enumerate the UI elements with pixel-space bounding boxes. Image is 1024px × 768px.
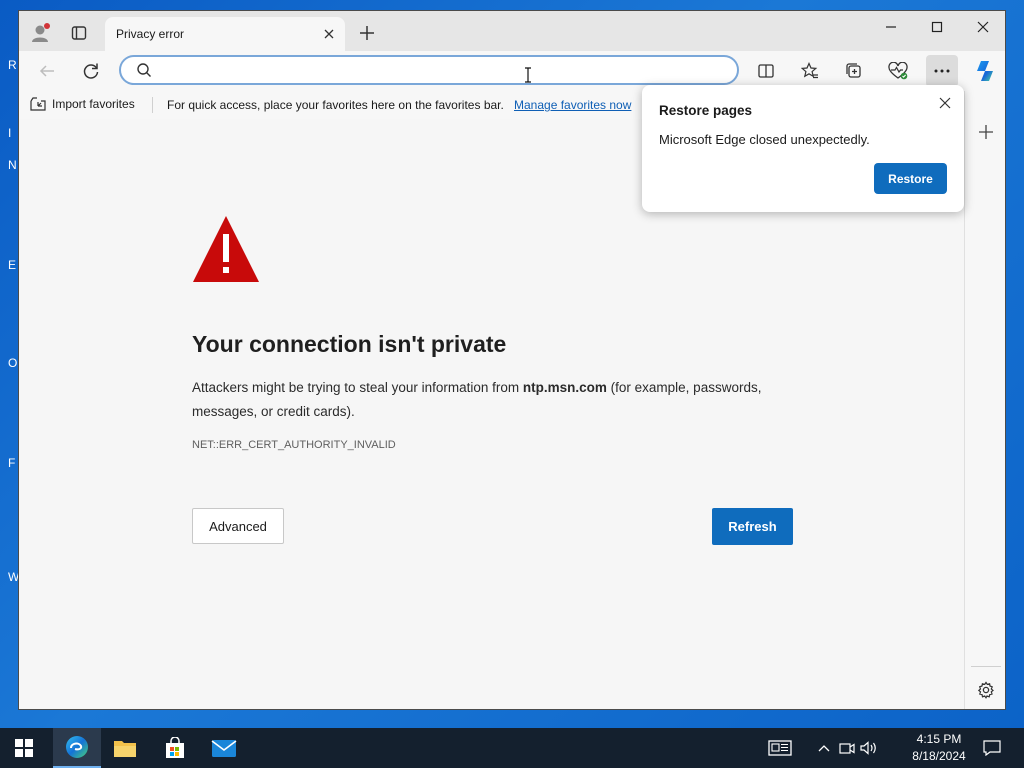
favorites-star-icon bbox=[801, 62, 818, 79]
gear-icon bbox=[977, 681, 994, 699]
popup-title: Restore pages bbox=[659, 103, 753, 118]
edge-sidebar bbox=[964, 91, 1005, 709]
heart-pulse-icon bbox=[888, 62, 908, 80]
profile-button[interactable] bbox=[27, 19, 55, 47]
title-bar: Privacy error bbox=[19, 11, 1005, 51]
sidebar-add-button[interactable] bbox=[975, 121, 997, 143]
back-button[interactable] bbox=[31, 55, 63, 87]
taskbar-store[interactable] bbox=[151, 728, 199, 768]
plus-icon bbox=[360, 26, 374, 40]
close-icon bbox=[977, 21, 989, 33]
settings-and-more-button[interactable] bbox=[926, 55, 958, 87]
favorites-hint: For quick access, place your favorites h… bbox=[167, 98, 504, 112]
notification-icon bbox=[983, 740, 1001, 756]
address-input[interactable] bbox=[161, 61, 721, 81]
speaker-icon bbox=[860, 741, 876, 755]
maximize-icon bbox=[931, 21, 943, 33]
store-bag-icon bbox=[166, 737, 184, 758]
sidebar-divider bbox=[971, 666, 1001, 667]
close-icon bbox=[939, 97, 951, 109]
sidebar-settings-button[interactable] bbox=[975, 679, 997, 701]
error-description-text: Attackers might be trying to steal your … bbox=[192, 380, 523, 395]
mail-icon bbox=[211, 740, 237, 757]
news-widget-button[interactable] bbox=[768, 738, 792, 758]
plus-icon bbox=[979, 125, 993, 139]
desktop-icon-label[interactable]: F bbox=[8, 456, 15, 470]
tab-privacy-error[interactable]: Privacy error bbox=[105, 17, 345, 51]
search-icon bbox=[137, 63, 151, 77]
maximize-button[interactable] bbox=[914, 11, 960, 43]
clock-date: 8/18/2024 bbox=[912, 749, 966, 763]
tab-title: Privacy error bbox=[116, 27, 185, 41]
profile-icon bbox=[32, 23, 50, 42]
import-favorites-button[interactable]: Import favorites bbox=[30, 97, 135, 111]
browser-essentials-button[interactable] bbox=[882, 55, 914, 87]
taskbar-file-explorer[interactable] bbox=[101, 728, 149, 768]
popup-message: Microsoft Edge closed unexpectedly. bbox=[659, 132, 870, 147]
split-screen-icon bbox=[758, 64, 774, 78]
back-arrow-icon bbox=[39, 65, 54, 77]
show-hidden-icons-button[interactable] bbox=[814, 738, 834, 758]
text-cursor-icon bbox=[525, 67, 531, 83]
restore-pages-popup: Restore pages Microsoft Edge closed unex… bbox=[642, 85, 964, 212]
more-dots-icon bbox=[934, 69, 950, 73]
tab-actions-icon bbox=[71, 26, 87, 40]
refresh-page-button[interactable]: Refresh bbox=[712, 508, 793, 545]
refresh-icon bbox=[83, 63, 99, 79]
desktop-icon-label[interactable]: N bbox=[8, 158, 17, 172]
minimize-icon bbox=[886, 26, 896, 28]
address-bar[interactable] bbox=[119, 55, 739, 85]
start-button[interactable] bbox=[0, 728, 48, 768]
error-title: Your connection isn't private bbox=[192, 331, 507, 357]
desktop-icon-label[interactable]: R bbox=[8, 58, 17, 72]
copilot-icon bbox=[977, 61, 993, 81]
restore-button[interactable]: Restore bbox=[874, 163, 947, 194]
close-window-button[interactable] bbox=[960, 11, 1005, 43]
import-favorites-label: Import favorites bbox=[52, 97, 135, 111]
desktop-icon-label[interactable]: I bbox=[8, 126, 11, 140]
taskbar: 4:15 PM 8/18/2024 bbox=[0, 728, 1024, 768]
error-code: NET::ERR_CERT_AUTHORITY_INVALID bbox=[192, 439, 396, 451]
collections-icon bbox=[846, 63, 861, 78]
refresh-button[interactable] bbox=[75, 55, 107, 87]
close-icon bbox=[324, 29, 334, 39]
chevron-up-icon bbox=[818, 745, 830, 752]
tab-close-button[interactable] bbox=[321, 26, 337, 42]
favorites-divider bbox=[152, 97, 153, 113]
desktop-icon-label[interactable]: E bbox=[8, 258, 16, 272]
tab-actions-button[interactable] bbox=[65, 19, 93, 47]
split-screen-button[interactable] bbox=[750, 55, 782, 87]
taskbar-clock[interactable]: 4:15 PM 8/18/2024 bbox=[900, 731, 978, 765]
folder-icon bbox=[114, 741, 136, 757]
taskbar-mail[interactable] bbox=[200, 728, 248, 768]
news-icon bbox=[768, 740, 792, 756]
advanced-button[interactable]: Advanced bbox=[192, 508, 284, 544]
favorites-button[interactable] bbox=[794, 55, 826, 87]
error-host: ntp.msn.com bbox=[522, 380, 607, 395]
windows-logo-icon bbox=[15, 739, 33, 757]
video-camera-icon bbox=[839, 743, 855, 754]
error-description: Attackers might be trying to steal your … bbox=[192, 376, 812, 424]
volume-button[interactable] bbox=[859, 738, 879, 758]
taskbar-edge[interactable] bbox=[53, 728, 101, 768]
edge-icon bbox=[66, 736, 88, 758]
import-icon bbox=[30, 97, 46, 111]
meet-now-button[interactable] bbox=[837, 738, 857, 758]
collections-button[interactable] bbox=[838, 55, 870, 87]
new-tab-button[interactable] bbox=[353, 19, 381, 47]
manage-favorites-link[interactable]: Manage favorites now bbox=[514, 98, 631, 112]
action-center-button[interactable] bbox=[982, 738, 1002, 758]
desktop-icon-label[interactable]: O bbox=[8, 356, 17, 370]
popup-close-button[interactable] bbox=[934, 92, 956, 114]
minimize-button[interactable] bbox=[868, 11, 914, 43]
warning-triangle-icon bbox=[193, 216, 259, 282]
copilot-button[interactable] bbox=[969, 55, 1001, 87]
browser-window: Privacy error Import favorites For quick… bbox=[18, 10, 1006, 710]
clock-time: 4:15 PM bbox=[916, 732, 962, 746]
